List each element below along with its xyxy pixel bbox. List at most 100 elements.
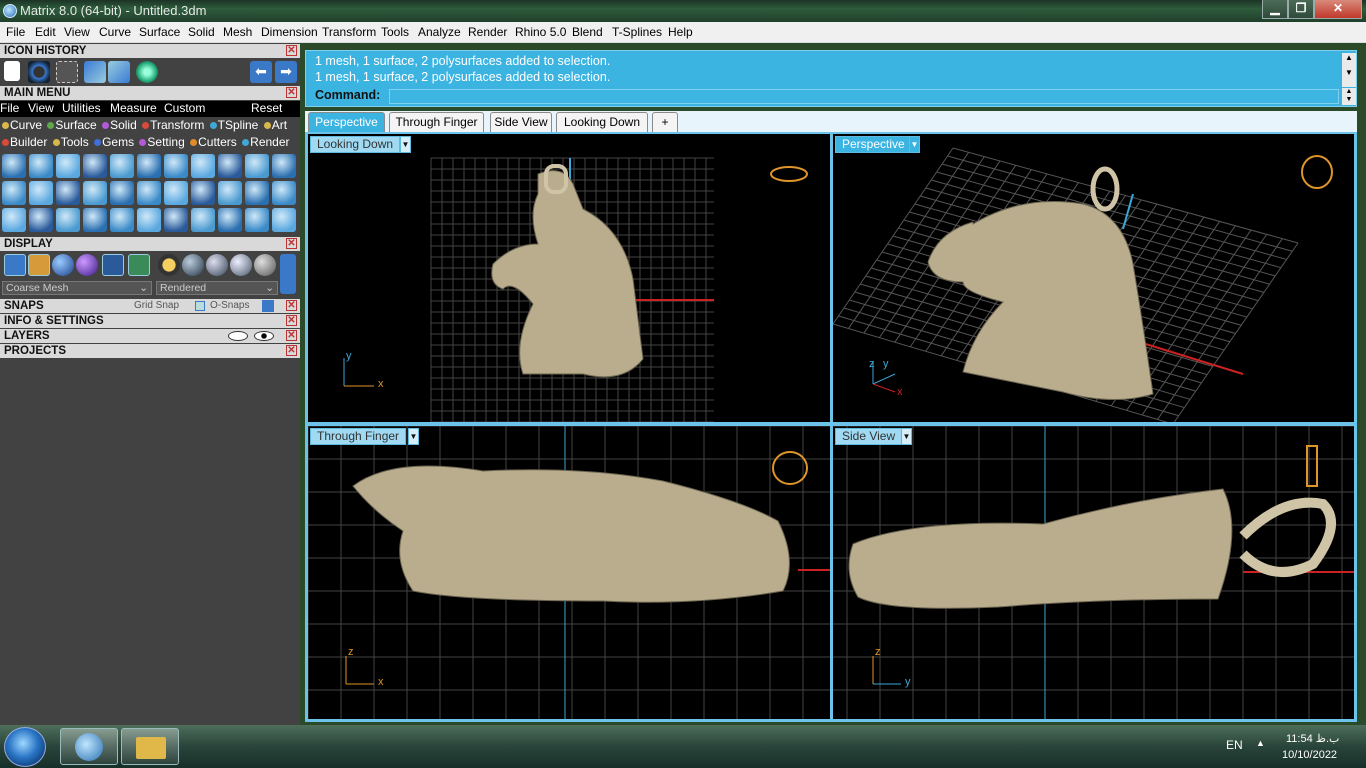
tool-icon[interactable] [137, 154, 161, 178]
circle-tool-icon[interactable] [28, 61, 50, 83]
menu-help[interactable]: Help [668, 25, 693, 39]
start-button[interactable] [4, 727, 46, 767]
matrix-taskbar-icon[interactable] [60, 728, 118, 765]
wireframe-material-icon[interactable] [254, 254, 276, 276]
tool-icon[interactable] [110, 181, 134, 205]
close-button[interactable]: ✕ [1314, 0, 1362, 19]
silver-material-icon[interactable] [182, 254, 204, 276]
chevron-down-icon[interactable]: ▼ [408, 428, 419, 445]
category-tools[interactable]: Tools [51, 135, 89, 150]
osnaps-checkbox[interactable] [195, 301, 205, 311]
tool-icon[interactable] [83, 154, 107, 178]
check-tool-icon[interactable] [84, 61, 106, 83]
mainmenu-measure[interactable]: Measure [110, 101, 157, 116]
command-spinner[interactable]: ▲ ▼ [1342, 88, 1356, 105]
chevron-down-icon[interactable]: ▼ [400, 136, 411, 153]
category-art[interactable]: Art [262, 118, 287, 133]
close-icon[interactable]: ✕ [286, 238, 297, 249]
tool-icon[interactable] [83, 181, 107, 205]
menu-transform[interactable]: Transform [322, 25, 376, 39]
menu-curve[interactable]: Curve [99, 25, 131, 39]
tool-icon[interactable] [137, 208, 161, 232]
menu-surface[interactable]: Surface [139, 25, 180, 39]
viewport-label[interactable]: Perspective [835, 136, 912, 153]
tool-icon[interactable] [2, 208, 26, 232]
category-solid[interactable]: Solid [100, 118, 137, 133]
menu-file[interactable]: File [6, 25, 25, 39]
close-icon[interactable]: ✕ [286, 315, 297, 326]
language-indicator[interactable]: EN [1226, 738, 1243, 752]
command-input[interactable] [389, 89, 1339, 104]
tool-icon[interactable] [2, 154, 26, 178]
category-render[interactable]: Render [240, 135, 290, 150]
category-setting[interactable]: Setting [137, 135, 185, 150]
tool-icon[interactable] [272, 181, 296, 205]
close-icon[interactable]: ✕ [286, 45, 297, 56]
chevron-down-icon[interactable]: ▼ [901, 428, 912, 445]
tool-icon[interactable] [164, 208, 188, 232]
gumball-display-icon[interactable] [28, 254, 50, 276]
tool-icon[interactable] [29, 208, 53, 232]
tool-icon[interactable] [164, 181, 188, 205]
tool-icon[interactable] [110, 208, 134, 232]
menu-tsplines[interactable]: T-Splines [612, 25, 662, 39]
category-gems[interactable]: Gems [92, 135, 134, 150]
tray-expand-icon[interactable]: ▲ [1256, 738, 1265, 748]
menu-dimension[interactable]: Dimension [261, 25, 318, 39]
tool-icon[interactable] [110, 154, 134, 178]
mainmenu-utilities[interactable]: Utilities [62, 101, 101, 116]
camera-display-icon[interactable] [102, 254, 124, 276]
clock-date[interactable]: 10/10/2022 [1282, 749, 1337, 761]
mainmenu-custom[interactable]: Custom [164, 101, 205, 116]
close-icon[interactable]: ✕ [286, 345, 297, 356]
mainmenu-view[interactable]: View [28, 101, 54, 116]
tool-icon[interactable] [2, 181, 26, 205]
menu-render[interactable]: Render [468, 25, 507, 39]
shaded-sphere-icon[interactable] [52, 254, 74, 276]
chevron-down-icon[interactable]: ▼ [909, 136, 920, 153]
folder-taskbar-icon[interactable] [121, 728, 179, 765]
grid-snap-toggle[interactable]: Grid Snap [134, 299, 179, 313]
mesh-quality-select[interactable]: Coarse Mesh ⌄ [2, 281, 152, 295]
cone-tool-icon[interactable] [108, 61, 130, 83]
viewport-label[interactable]: Side View [835, 428, 903, 445]
osnaps-toggle[interactable]: O-Snaps [210, 299, 249, 313]
add-tab-icon[interactable]: + [652, 112, 678, 132]
viewport-label[interactable]: Through Finger [310, 428, 407, 445]
minimize-button[interactable]: ▁ [1262, 0, 1288, 19]
tool-icon[interactable] [56, 154, 80, 178]
history-scrollbar[interactable]: ▲ ▼ [1342, 53, 1356, 87]
tool-icon[interactable] [245, 154, 269, 178]
category-cutters[interactable]: Cutters [188, 135, 237, 150]
close-icon[interactable]: ✕ [286, 330, 297, 341]
menu-blend[interactable]: Blend [572, 25, 603, 39]
category-surface[interactable]: Surface [45, 118, 97, 133]
back-arrow-icon[interactable]: ⬅ [250, 61, 272, 83]
tab-through-finger[interactable]: Through Finger [389, 112, 484, 132]
tool-icon[interactable] [218, 181, 242, 205]
tool-icon[interactable] [218, 208, 242, 232]
tool-icon[interactable] [245, 181, 269, 205]
tool-icon[interactable] [191, 181, 215, 205]
new-file-icon[interactable] [4, 61, 20, 81]
viewport-through-finger[interactable]: Through Finger ▼ z x [308, 426, 830, 719]
grid-display-icon[interactable] [4, 254, 26, 276]
mainmenu-reset[interactable]: Reset [251, 101, 282, 116]
category-curve[interactable]: Curve [0, 118, 42, 133]
chrome-material-icon[interactable] [206, 254, 228, 276]
tool-icon[interactable] [164, 154, 188, 178]
render-mode-select[interactable]: Rendered ⌄ [156, 281, 278, 295]
menu-tools[interactable]: Tools [381, 25, 409, 39]
platinum-material-icon[interactable] [230, 254, 252, 276]
display-scroll-icon[interactable] [280, 254, 296, 294]
tool-icon[interactable] [272, 154, 296, 178]
tab-perspective[interactable]: Perspective [308, 112, 385, 132]
tool-icon[interactable] [137, 181, 161, 205]
scale-tool-icon[interactable] [56, 61, 78, 83]
menu-view[interactable]: View [64, 25, 90, 39]
menu-solid[interactable]: Solid [188, 25, 215, 39]
category-builder[interactable]: Builder [0, 135, 47, 150]
tool-icon[interactable] [29, 181, 53, 205]
menu-analyze[interactable]: Analyze [418, 25, 461, 39]
matrix-logo-icon[interactable] [136, 61, 158, 83]
